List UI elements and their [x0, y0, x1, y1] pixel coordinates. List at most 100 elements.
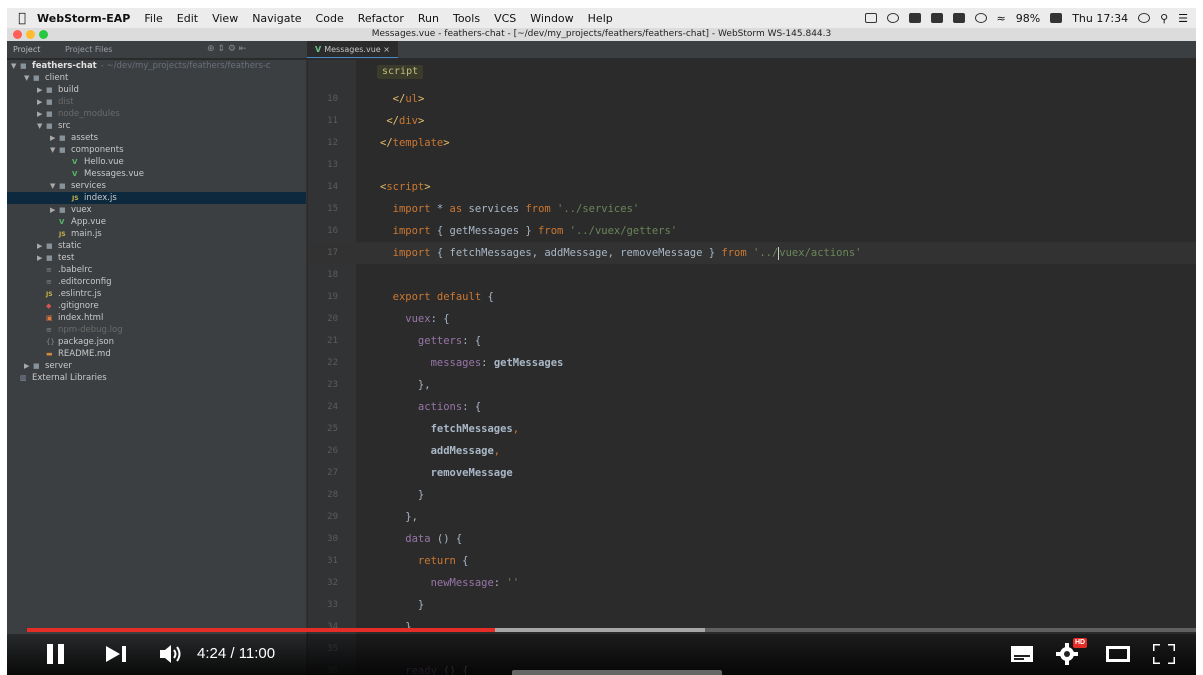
tree-item[interactable]: ▥ External Libraries: [7, 372, 306, 384]
collapse-arrow-icon[interactable]: ▶: [50, 204, 59, 216]
menu-tools[interactable]: Tools: [453, 12, 480, 25]
tree-item[interactable]: ▼ ■ src: [7, 120, 306, 132]
pause-button[interactable]: [41, 638, 71, 670]
tree-item[interactable]: {} package.json: [7, 336, 306, 348]
code-line[interactable]: 22 messages: getMessages: [308, 352, 1196, 374]
project-files-tab[interactable]: Project Files: [65, 45, 112, 54]
editor-breadcrumb[interactable]: script: [377, 65, 424, 79]
locate-icon[interactable]: ⊕: [207, 44, 215, 54]
code-line[interactable]: 13: [308, 154, 1196, 176]
tree-item[interactable]: ▬ README.md: [7, 348, 306, 360]
gear-icon[interactable]: ⚙: [228, 44, 236, 54]
battery-icon[interactable]: [1050, 13, 1063, 23]
user-icon[interactable]: [1138, 13, 1151, 23]
code-line[interactable]: 10 </ul>: [308, 88, 1196, 110]
code-line[interactable]: 32 newMessage: '': [308, 572, 1196, 594]
captions-button[interactable]: [1007, 638, 1037, 670]
code-line[interactable]: 21 getters: {: [308, 330, 1196, 352]
collapse-arrow-icon[interactable]: ▶: [50, 132, 59, 144]
expand-arrow-icon[interactable]: ▼: [24, 72, 33, 84]
code-line[interactable]: 30 data () {: [308, 528, 1196, 550]
tree-item[interactable]: JS index.js: [7, 192, 306, 204]
code-line-current[interactable]: 17 import { fetchMessages, addMessage, r…: [308, 242, 1196, 264]
code-line[interactable]: 11 </div>: [308, 110, 1196, 132]
menu-refactor[interactable]: Refactor: [358, 12, 404, 25]
code-line[interactable]: 24 actions: {: [308, 396, 1196, 418]
spotlight-search-icon[interactable]: ⚲: [1160, 12, 1168, 25]
expand-arrow-icon[interactable]: ▼: [11, 60, 20, 72]
tree-item[interactable]: ▣ index.html: [7, 312, 306, 324]
code-line[interactable]: 19 export default {: [308, 286, 1196, 308]
collapse-arrow-icon[interactable]: ▶: [37, 96, 46, 108]
collapse-icon[interactable]: ⇕: [217, 44, 225, 54]
code-line[interactable]: 16 import { getMessages } from '../vuex/…: [308, 220, 1196, 242]
tree-item[interactable]: ▶ ■ vuex: [7, 204, 306, 216]
tree-item[interactable]: ▼ ■ client: [7, 72, 306, 84]
expand-arrow-icon[interactable]: ▼: [50, 144, 59, 156]
code-line[interactable]: 20 vuex: {: [308, 308, 1196, 330]
code-line[interactable]: 33 }: [308, 594, 1196, 616]
expand-arrow-icon[interactable]: ▼: [37, 120, 46, 132]
fullscreen-button[interactable]: [1149, 638, 1179, 670]
code-line[interactable]: 26 addMessage,: [308, 440, 1196, 462]
tree-item[interactable]: V App.vue: [7, 216, 306, 228]
menu-edit[interactable]: Edit: [177, 12, 198, 25]
tree-item[interactable]: ≡ .editorconfig: [7, 276, 306, 288]
tree-item[interactable]: ▼ ■ services: [7, 180, 306, 192]
tree-item[interactable]: ▶ ■ static: [7, 240, 306, 252]
project-view-tab[interactable]: Project: [13, 45, 40, 54]
menu-window[interactable]: Window: [530, 12, 573, 25]
menu-file[interactable]: File: [144, 12, 162, 25]
next-video-button[interactable]: [102, 638, 132, 670]
tree-item[interactable]: ▶ ■ build: [7, 84, 306, 96]
dropbox-icon[interactable]: [974, 13, 987, 23]
collapse-arrow-icon[interactable]: ▶: [37, 252, 46, 264]
code-line[interactable]: 23 },: [308, 374, 1196, 396]
tab-close-icon[interactable]: ×: [383, 45, 390, 54]
menu-run[interactable]: Run: [418, 12, 439, 25]
keyboard-icon[interactable]: [930, 13, 943, 23]
collapse-arrow-icon[interactable]: ▶: [37, 108, 46, 120]
code-line[interactable]: 18: [308, 264, 1196, 286]
code-line[interactable]: 31 return {: [308, 550, 1196, 572]
menu-help[interactable]: Help: [588, 12, 613, 25]
collapse-arrow-icon[interactable]: ▶: [37, 240, 46, 252]
editor-tab-messages-vue[interactable]: V Messages.vue ×: [307, 41, 398, 58]
volume-button[interactable]: [157, 638, 187, 670]
menu-vcs[interactable]: VCS: [494, 12, 516, 25]
code-line[interactable]: 28 }: [308, 484, 1196, 506]
video-progress-bar[interactable]: [27, 628, 1196, 632]
tree-item[interactable]: JS .eslintrc.js: [7, 288, 306, 300]
tree-item[interactable]: ≡ npm-debug.log: [7, 324, 306, 336]
tree-item[interactable]: ▼ ■ components: [7, 144, 306, 156]
tree-item[interactable]: JS main.js: [7, 228, 306, 240]
collapse-arrow-icon[interactable]: ▶: [37, 84, 46, 96]
code-line[interactable]: 29 },: [308, 506, 1196, 528]
code-line[interactable]: 27 removeMessage: [308, 462, 1196, 484]
collapse-arrow-icon[interactable]: ▶: [24, 360, 33, 372]
tree-item[interactable]: ▶ ■ server: [7, 360, 306, 372]
tree-item[interactable]: V Hello.vue: [7, 156, 306, 168]
tree-item[interactable]: V Messages.vue: [7, 168, 306, 180]
app-menu[interactable]: WebStorm-EAP: [37, 12, 130, 25]
hide-panel-icon[interactable]: ⇤: [239, 44, 247, 54]
tree-item[interactable]: ▶ ■ assets: [7, 132, 306, 144]
evernote-icon[interactable]: [908, 13, 921, 23]
code-editor[interactable]: 10 </ul> 11 </div> 12 </template> 13 14 <scrip…: [308, 60, 1196, 675]
code-line[interactable]: 15 import * as services from '../service…: [308, 198, 1196, 220]
tree-item[interactable]: ▼ ■ feathers-chat - ~/dev/my_projects/feath…: [7, 60, 306, 72]
tree-item[interactable]: ▶ ■ dist: [7, 96, 306, 108]
apple-menu-icon[interactable]: : [7, 11, 37, 26]
tree-item[interactable]: ◆ .gitignore: [7, 300, 306, 312]
code-line[interactable]: 14 <script>: [308, 176, 1196, 198]
plex-icon[interactable]: [952, 13, 965, 23]
menu-navigate[interactable]: Navigate: [252, 12, 301, 25]
menu-view[interactable]: View: [212, 12, 238, 25]
glasses-icon[interactable]: [886, 13, 899, 23]
display-icon[interactable]: [864, 13, 877, 23]
tree-item[interactable]: ▶ ■ node_modules: [7, 108, 306, 120]
code-line[interactable]: 25 fetchMessages,: [308, 418, 1196, 440]
code-line[interactable]: 12 </template>: [308, 132, 1196, 154]
wifi-icon[interactable]: ≈: [997, 12, 1006, 25]
menu-clock[interactable]: Thu 17:34: [1072, 12, 1128, 25]
